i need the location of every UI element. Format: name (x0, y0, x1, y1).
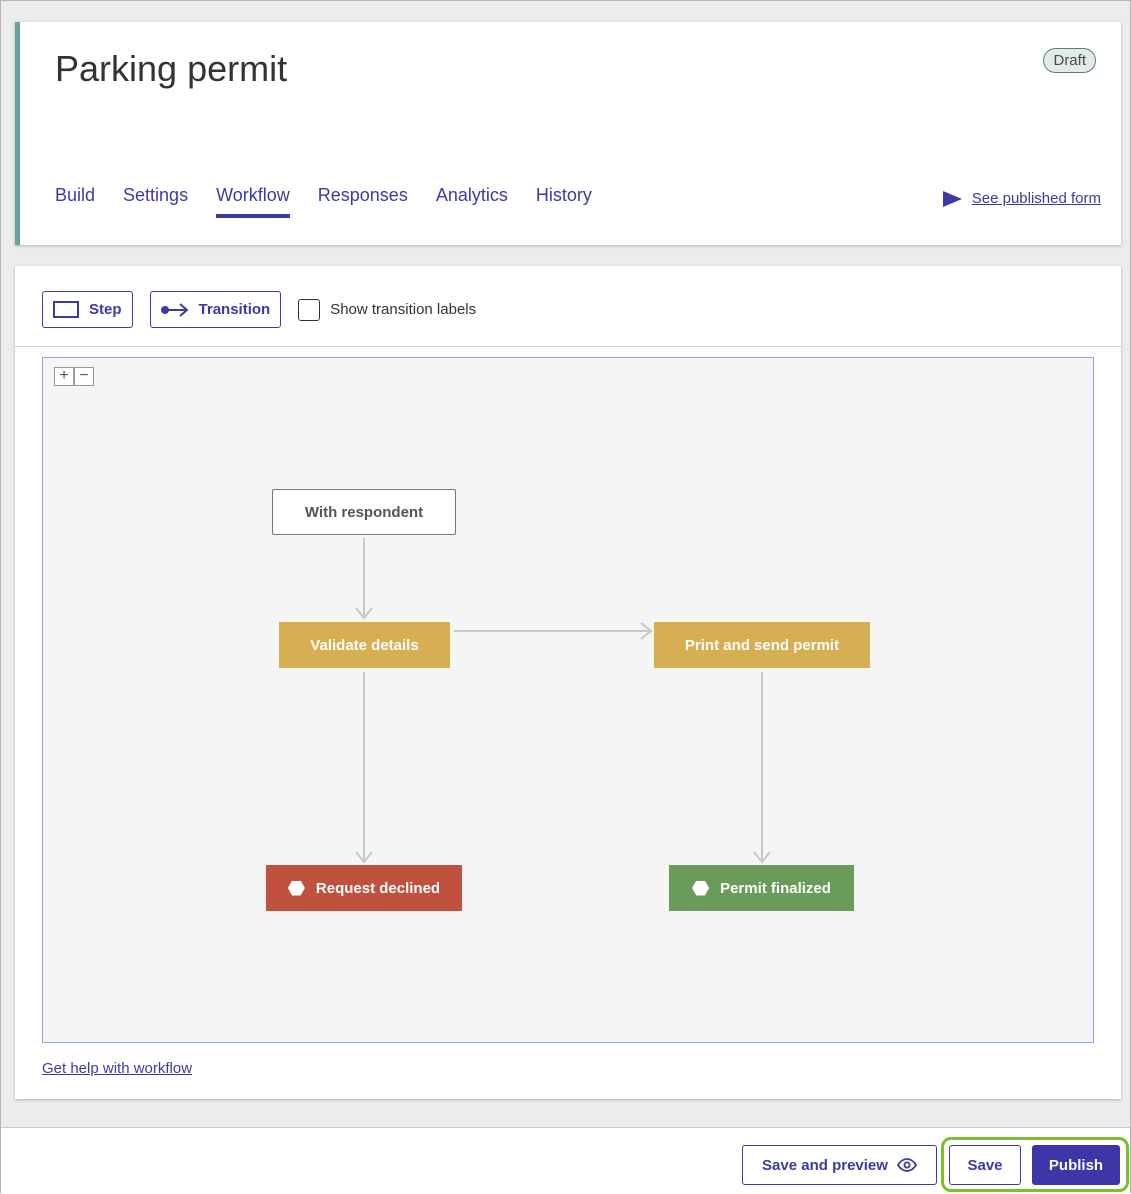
publish-button[interactable]: Publish (1032, 1145, 1120, 1185)
add-transition-label: Transition (198, 301, 271, 318)
see-published-form-link[interactable]: See published form (942, 190, 1101, 207)
workflow-help-link[interactable]: Get help with workflow (42, 1060, 192, 1077)
show-transition-labels-toggle[interactable]: Show transition labels (298, 298, 477, 321)
status-badge: Draft (1043, 48, 1096, 73)
end-step-request-declined[interactable]: Request declined (266, 865, 462, 911)
save-and-preview-button[interactable]: Save and preview (742, 1145, 937, 1185)
transition-arrow-icon (160, 302, 189, 317)
form-header: Parking permit Draft Build Settings Work… (15, 22, 1121, 245)
play-icon (942, 190, 962, 207)
request-declined-label: Request declined (315, 879, 441, 897)
toolbar-divider (15, 346, 1121, 347)
see-published-form-label: See published form (971, 190, 1101, 207)
end-hexagon-icon (287, 880, 305, 896)
tab-bar: Build Settings Workflow Responses Analyt… (55, 185, 620, 218)
step-validate-details[interactable]: Validate details (279, 622, 450, 668)
add-step-button[interactable]: Step (42, 291, 133, 328)
tab-history[interactable]: History (536, 185, 592, 218)
action-footer: Save and preview Save Publish (1, 1127, 1130, 1194)
tab-settings[interactable]: Settings (123, 185, 188, 218)
tab-build[interactable]: Build (55, 185, 95, 218)
step-rectangle-icon (53, 301, 79, 318)
tab-responses[interactable]: Responses (318, 185, 408, 218)
show-transition-labels-text: Show transition labels (330, 301, 477, 318)
workflow-toolbar: Step Transition Show transition labels (42, 291, 476, 328)
page-title: Parking permit (55, 48, 288, 89)
permit-finalized-label: Permit finalized (720, 879, 831, 897)
transition-lines (355, 538, 771, 864)
end-hexagon-icon (692, 880, 710, 896)
workflow-canvas[interactable]: + − With respondent Validate details Pri… (42, 357, 1094, 1043)
add-transition-button[interactable]: Transition (149, 291, 282, 328)
eye-icon (896, 1158, 917, 1172)
tab-analytics[interactable]: Analytics (436, 185, 508, 218)
end-step-permit-finalized[interactable]: Permit finalized (669, 865, 854, 911)
show-transition-labels-checkbox[interactable] (298, 298, 321, 321)
step-with-respondent[interactable]: With respondent (272, 489, 456, 535)
tab-workflow[interactable]: Workflow (216, 185, 290, 218)
step-print-and-send-permit[interactable]: Print and send permit (654, 622, 870, 668)
add-step-label: Step (89, 301, 122, 318)
workflow-panel: Step Transition Show transition labels +… (15, 266, 1121, 1099)
save-button[interactable]: Save (949, 1145, 1021, 1185)
save-and-preview-label: Save and preview (762, 1156, 888, 1174)
